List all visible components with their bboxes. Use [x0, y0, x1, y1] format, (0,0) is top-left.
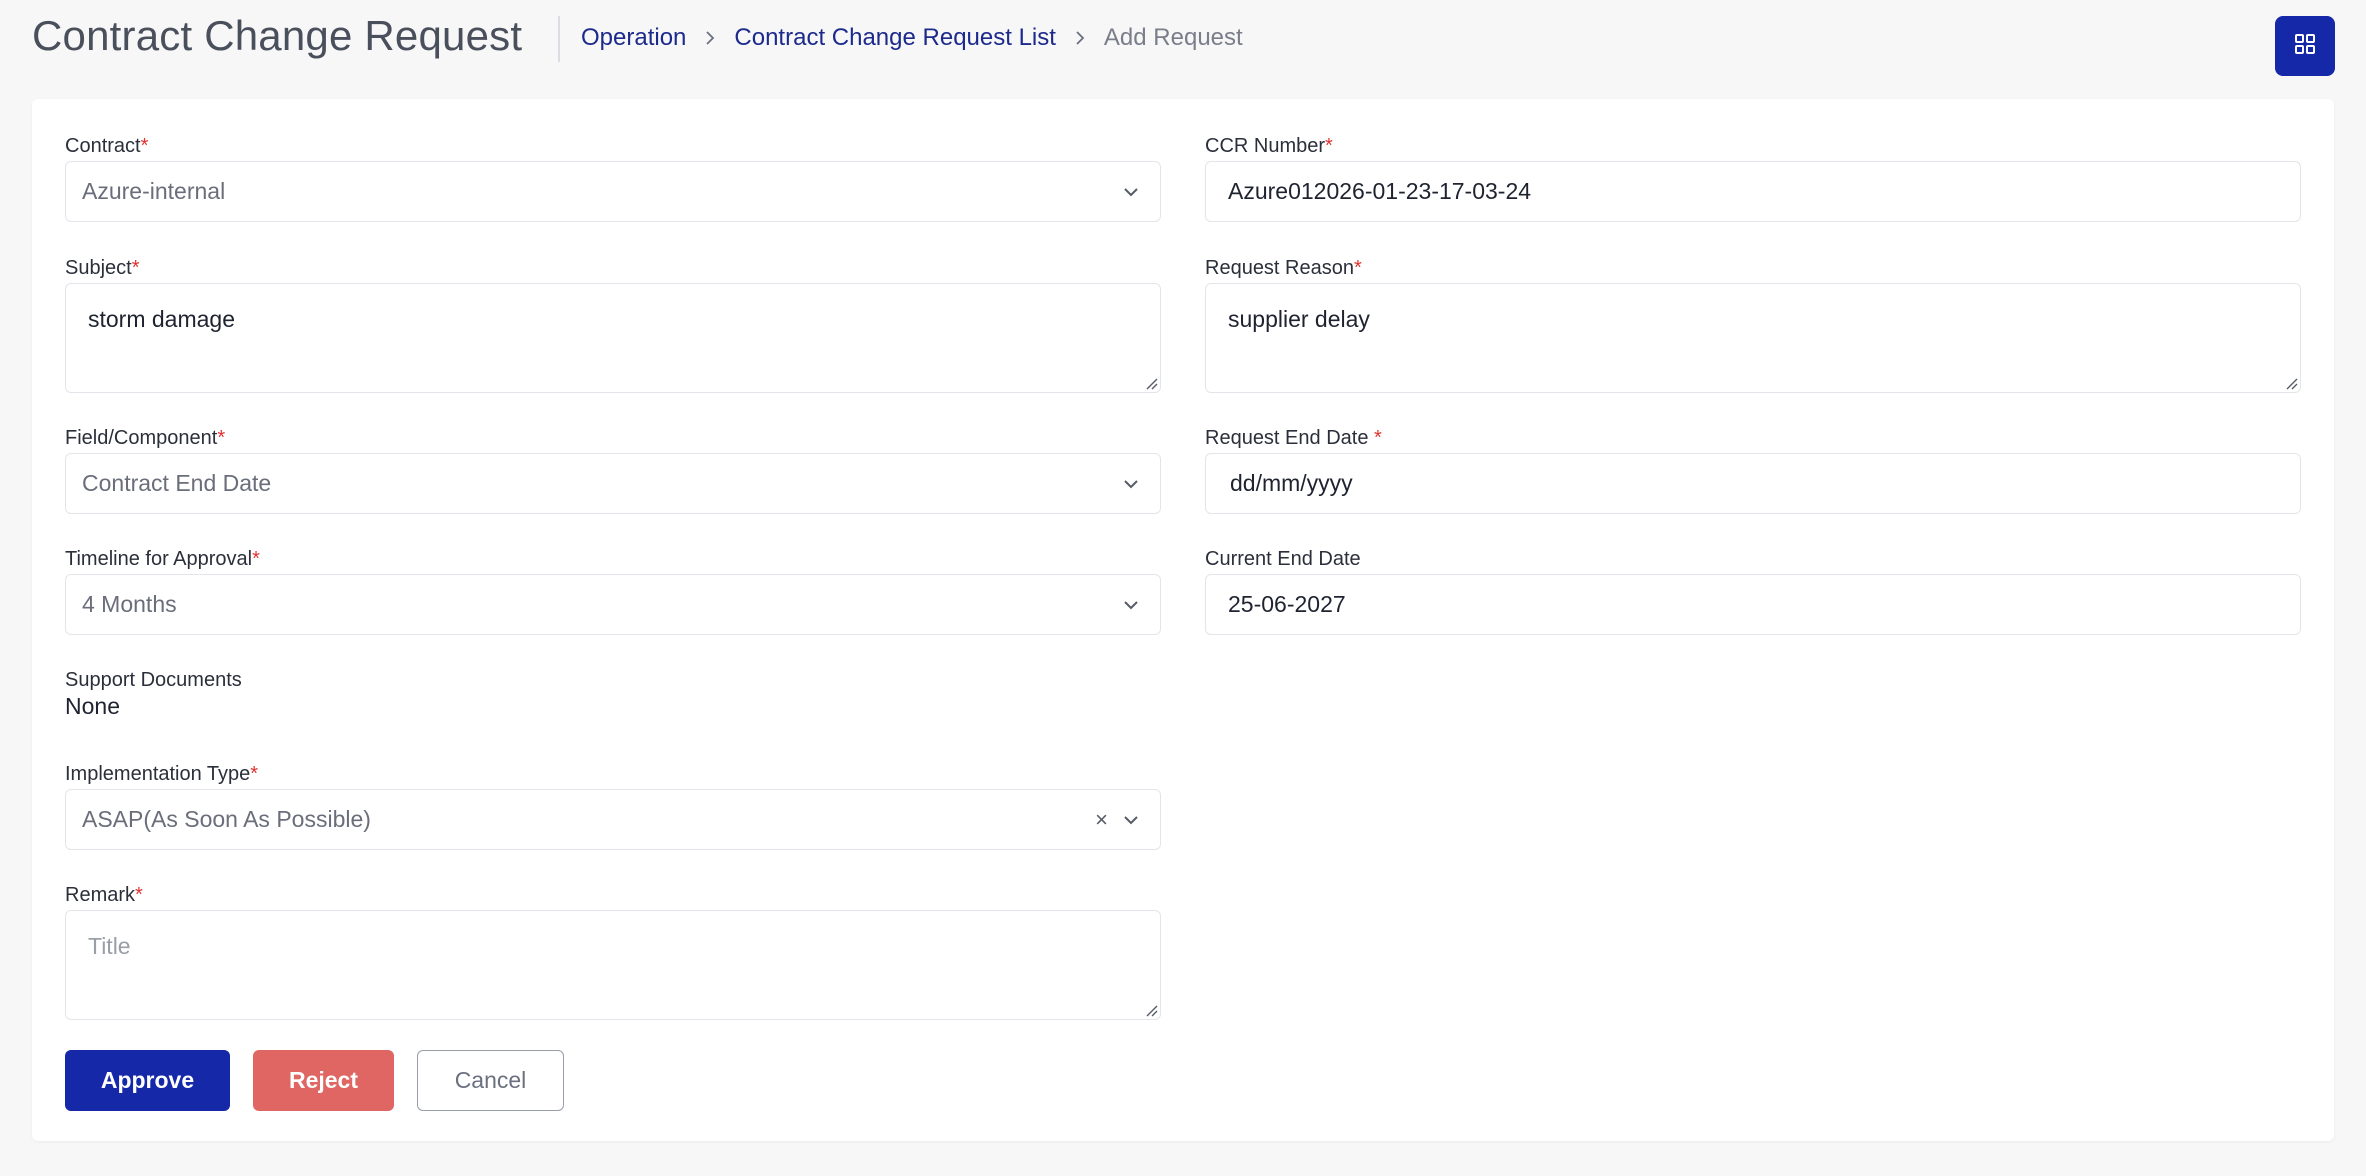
request-reason-textarea[interactable]: supplier delay	[1205, 283, 2301, 393]
apps-grid-button[interactable]	[2275, 16, 2335, 76]
remark-textarea[interactable]: Title	[65, 910, 1161, 1020]
chevron-down-icon	[1122, 183, 1140, 201]
clear-icon[interactable]: ×	[1095, 808, 1108, 831]
title-divider	[558, 16, 560, 62]
implementation-type-field: Implementation Type* ASAP(As Soon As Pos…	[65, 763, 1161, 850]
current-end-date-field: Current End Date 25-06-2027	[1205, 548, 2301, 635]
timeline-label: Timeline for Approval	[65, 548, 253, 570]
current-end-date-value: 25-06-2027	[1228, 591, 1346, 617]
resize-grip-icon[interactable]	[1144, 376, 1158, 390]
subject-field: Subject* storm damage	[65, 257, 1161, 393]
required-mark: *	[1325, 135, 1333, 157]
reject-button[interactable]: Reject	[253, 1050, 394, 1111]
top-bar: Contract Change Request Operation Contra…	[0, 0, 2366, 90]
remark-label: Remark	[65, 884, 136, 906]
required-mark: *	[140, 135, 149, 157]
page-title: Contract Change Request	[32, 12, 523, 59]
remark-placeholder: Title	[88, 933, 131, 959]
contract-field: Contract* Azure-internal	[65, 135, 1161, 222]
timeline-field: Timeline for Approval* 4 Months	[65, 548, 1161, 635]
support-documents-field: Support Documents None	[65, 669, 242, 719]
required-mark: *	[1374, 427, 1382, 449]
resize-grip-icon[interactable]	[1144, 1003, 1158, 1017]
implementation-type-label: Implementation Type	[65, 763, 251, 785]
implementation-type-select[interactable]: ASAP(As Soon As Possible) ×	[65, 789, 1161, 850]
request-end-date-input[interactable]: dd/mm/yyyy	[1205, 453, 2301, 514]
field-component-select[interactable]: Contract End Date	[65, 453, 1161, 514]
field-component-value: Contract End Date	[82, 470, 272, 496]
approve-button[interactable]: Approve	[65, 1050, 230, 1111]
contract-label: Contract	[65, 135, 141, 157]
ccr-number-label: CCR Number	[1205, 135, 1326, 157]
request-reason-label: Request Reason	[1205, 257, 1354, 279]
implementation-type-value: ASAP(As Soon As Possible)	[82, 806, 371, 832]
required-mark: *	[131, 257, 140, 279]
request-reason-value: supplier delay	[1228, 306, 1370, 332]
ccr-number-field: CCR Number* Azure012026-01-23-17-03-24	[1205, 135, 2301, 222]
ccr-number-input[interactable]: Azure012026-01-23-17-03-24	[1205, 161, 2301, 222]
breadcrumb-operation[interactable]: Operation	[581, 24, 686, 52]
required-mark: *	[217, 427, 226, 449]
chevron-down-icon	[1122, 475, 1140, 493]
contract-select-value: Azure-internal	[82, 178, 226, 204]
chevron-right-icon	[1074, 30, 1086, 46]
breadcrumb-current: Add Request	[1103, 24, 1243, 51]
chevron-down-icon	[1122, 811, 1140, 829]
subject-label: Subject	[65, 257, 132, 279]
grid-icon	[2294, 33, 2316, 60]
chevron-right-icon	[704, 30, 716, 46]
breadcrumb-ccr-list[interactable]: Contract Change Request List	[734, 24, 1056, 52]
chevron-down-icon	[1122, 596, 1140, 614]
required-mark: *	[252, 548, 260, 570]
timeline-select[interactable]: 4 Months	[65, 574, 1161, 635]
field-component-field: Field/Component* Contract End Date	[65, 427, 1161, 514]
ccr-number-value: Azure012026-01-23-17-03-24	[1228, 178, 1532, 204]
request-end-date-field: Request End Date * dd/mm/yyyy	[1205, 427, 2301, 514]
cancel-button[interactable]: Cancel	[417, 1050, 564, 1111]
required-mark: *	[135, 884, 143, 906]
required-mark: *	[1353, 257, 1362, 279]
timeline-value: 4 Months	[82, 591, 177, 617]
current-end-date-label: Current End Date	[1205, 548, 1361, 570]
breadcrumb: Operation Contract Change Request List A…	[581, 24, 1243, 52]
required-mark: *	[250, 763, 259, 785]
field-component-label: Field/Component	[65, 427, 218, 449]
subject-textarea[interactable]: storm damage	[65, 283, 1161, 393]
request-reason-field: Request Reason* supplier delay	[1205, 257, 2301, 393]
support-documents-label: Support Documents	[65, 669, 242, 691]
request-end-date-label: Request End Date	[1205, 427, 1374, 449]
subject-value: storm damage	[88, 306, 236, 332]
remark-field: Remark* Title	[65, 884, 1161, 1020]
contract-select[interactable]: Azure-internal	[65, 161, 1161, 222]
resize-grip-icon[interactable]	[2284, 376, 2298, 390]
support-documents-value: None	[65, 693, 120, 719]
request-end-date-placeholder: dd/mm/yyyy	[1230, 470, 1353, 496]
request-form-card: Contract* Azure-internal CCR Number* Azu…	[32, 99, 2334, 1141]
current-end-date-input[interactable]: 25-06-2027	[1205, 574, 2301, 635]
